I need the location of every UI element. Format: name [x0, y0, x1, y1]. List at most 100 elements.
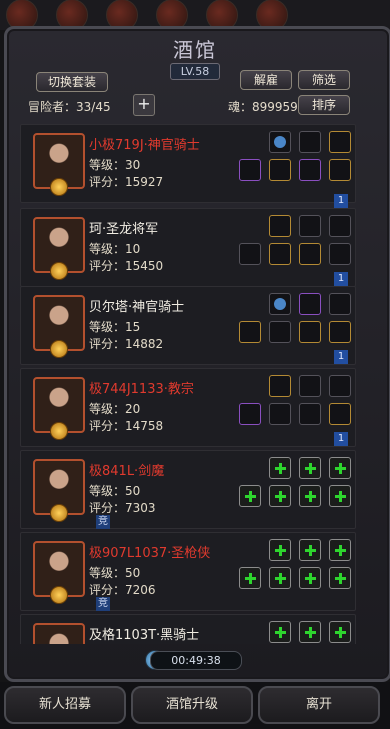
hero-level: 等级：10 [89, 242, 141, 256]
hero-name: 极744J1133·教宗 [89, 382, 194, 397]
rank-emblem-icon [50, 262, 68, 280]
arena-tag: 竞 [96, 597, 110, 611]
tavern-upgrade-button[interactable]: 酒馆升级 [131, 686, 253, 724]
hero-name: 及格1103T·黑骑士 [89, 628, 200, 643]
leave-button[interactable]: 离开 [258, 686, 380, 724]
hero-portrait [33, 459, 85, 522]
book-icon[interactable] [299, 403, 321, 425]
hero-card[interactable]: 极907L1037·圣枪侠 等级：50 评分：7206 [20, 532, 356, 611]
add-gear-icon[interactable] [299, 567, 321, 589]
add-gear-icon[interactable] [239, 567, 261, 589]
necklace-icon[interactable] [329, 159, 351, 181]
add-gear-icon[interactable] [329, 539, 351, 561]
add-gear-icon[interactable] [269, 567, 291, 589]
armor-icon[interactable] [269, 321, 291, 343]
lantern-icon[interactable] [269, 243, 291, 265]
shield-icon[interactable] [299, 243, 321, 265]
hero-portrait [33, 133, 85, 196]
hero-card[interactable]: 及格1103T·黑骑士 [20, 614, 356, 644]
hero-portrait [33, 217, 85, 280]
adventurer-count: 冒险者：33/45 [28, 100, 111, 114]
rank-emblem-icon [50, 178, 68, 196]
filter-button[interactable]: 筛选 [298, 70, 350, 90]
rank-emblem-icon [50, 586, 68, 604]
arena-tag: 竞 [96, 515, 110, 529]
tavern-level-badge: LV.58 [170, 63, 220, 80]
add-gear-icon[interactable] [299, 539, 321, 561]
crystal-icon[interactable] [299, 293, 321, 315]
hammer-icon[interactable] [239, 159, 261, 181]
rank-emblem-icon [50, 340, 68, 358]
hammer-icon[interactable] [239, 321, 261, 343]
hero-portrait [33, 295, 85, 358]
add-gear-icon[interactable] [269, 539, 291, 561]
hero-card[interactable]: 小极719J·神官骑士 等级：30 评分：15927 [20, 124, 356, 203]
robe-icon[interactable] [269, 403, 291, 425]
orb-icon[interactable] [269, 293, 291, 315]
sort-button[interactable]: 排序 [298, 95, 350, 115]
wand-icon[interactable] [239, 403, 261, 425]
add-gear-icon[interactable] [329, 567, 351, 589]
add-slot-button[interactable]: + [133, 94, 155, 116]
hero-portrait [33, 541, 85, 604]
orb-icon[interactable] [269, 131, 291, 153]
soul-count: 魂：899959 [228, 100, 298, 114]
add-gear-icon[interactable] [299, 457, 321, 479]
chain-icon[interactable] [299, 375, 321, 397]
switch-outfit-button[interactable]: 切换套装 [36, 72, 108, 92]
add-gear-icon[interactable] [239, 485, 261, 507]
hero-level: 等级：50 [89, 484, 141, 498]
hero-card[interactable]: 极841L·剑魔 等级：50 评分：7303 [20, 450, 356, 529]
dismiss-button[interactable]: 解雇 [240, 70, 292, 90]
hero-portrait [33, 377, 85, 440]
chain-icon[interactable] [299, 215, 321, 237]
helmet-icon[interactable] [299, 131, 321, 153]
add-gear-icon[interactable] [269, 621, 291, 643]
add-gear-icon[interactable] [299, 621, 321, 643]
hero-name: 极841L·剑魔 [89, 464, 165, 479]
hero-card[interactable]: 贝尔塔·神官骑士 等级：15 评分：14882 [20, 286, 356, 365]
scroll-icon[interactable] [329, 321, 351, 343]
hero-score: 评分：7206 [89, 583, 156, 597]
lamp-icon[interactable] [269, 375, 291, 397]
add-gear-icon[interactable] [299, 485, 321, 507]
refresh-timer: 00:49:38 [150, 651, 242, 670]
add-gear-icon[interactable] [269, 457, 291, 479]
add-gear-icon[interactable] [269, 485, 291, 507]
sword-icon[interactable] [239, 243, 261, 265]
hero-level: 等级：50 [89, 566, 141, 580]
hero-score: 评分：15450 [89, 259, 164, 273]
lamp-icon[interactable] [269, 215, 291, 237]
hero-name: 贝尔塔·神官骑士 [89, 300, 185, 315]
hero-level: 等级：30 [89, 158, 141, 172]
ring-icon[interactable] [299, 321, 321, 343]
hero-list[interactable]: 小极719J·神官骑士 等级：30 评分：15927 1 珂·圣龙将军 等级：1… [20, 124, 370, 644]
staff-icon[interactable] [329, 243, 351, 265]
gem-icon[interactable] [329, 293, 351, 315]
hero-name: 珂·圣龙将军 [89, 222, 159, 237]
hero-name: 极907L1037·圣枪侠 [89, 546, 211, 561]
hero-portrait [33, 623, 85, 644]
rank-flag: 1 [334, 350, 348, 364]
add-gear-icon[interactable] [329, 485, 351, 507]
ring-icon[interactable] [299, 159, 321, 181]
rank-flag: 1 [334, 432, 348, 446]
add-gear-icon[interactable] [329, 621, 351, 643]
rank-emblem-icon [50, 504, 68, 522]
recruit-button[interactable]: 新人招募 [4, 686, 126, 724]
hero-card[interactable]: 极744J1133·教宗 等级：20 评分：14758 [20, 368, 356, 447]
chain-icon[interactable] [329, 375, 351, 397]
armor-icon[interactable] [269, 159, 291, 181]
hero-level: 等级：20 [89, 402, 141, 416]
hero-name: 小极719J·神官骑士 [89, 138, 200, 153]
hero-score: 评分：14882 [89, 337, 164, 351]
hero-card[interactable]: 珂·圣龙将军 等级：10 评分：15450 [20, 208, 356, 287]
add-gear-icon[interactable] [329, 457, 351, 479]
chain-icon[interactable] [329, 215, 351, 237]
hero-score: 评分：7303 [89, 501, 156, 515]
rank-flag: 1 [334, 194, 348, 208]
shield-icon[interactable] [329, 131, 351, 153]
rank-emblem-icon [50, 422, 68, 440]
gem-icon[interactable] [329, 403, 351, 425]
hero-level: 等级：15 [89, 320, 141, 334]
